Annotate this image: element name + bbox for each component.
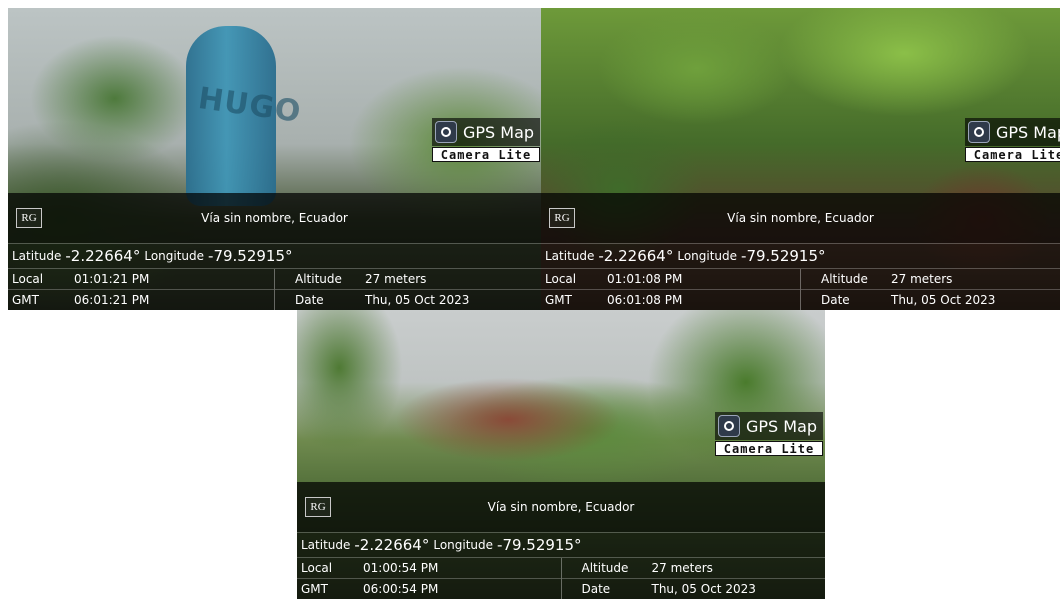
badge-subtitle: Camera Lite	[965, 147, 1060, 162]
altitude-label: Altitude	[821, 272, 868, 286]
address-bar: RG Vía sin nombre, Ecuador	[8, 193, 541, 243]
coordinates-row: Latitude -2.22664° Longitude -79.52915°	[297, 532, 825, 557]
address-bar: RG Vía sin nombre, Ecuador	[541, 193, 1060, 243]
details-table: Local 01:01:08 PM GMT 06:01:08 PM Altitude…	[541, 268, 1060, 310]
date-value: Thu, 05 Oct 2023	[365, 293, 470, 307]
longitude-value: -79.52915°	[208, 247, 293, 265]
address-text: Vía sin nombre, Ecuador	[201, 211, 348, 225]
altitude-label: Altitude	[581, 561, 629, 575]
local-time: 01:00:54 PM	[363, 561, 439, 575]
local-label: Local	[301, 561, 333, 575]
longitude-value: -79.52915°	[741, 247, 826, 265]
altitude-label: Altitude	[295, 272, 342, 286]
longitude-label: Longitude	[144, 249, 205, 263]
address-text: Vía sin nombre, Ecuador	[727, 211, 874, 225]
gps-map-camera-badge: GPS Map Camera Lite	[432, 118, 540, 166]
latitude-label: Latitude	[545, 249, 595, 263]
gmt-time: 06:00:54 PM	[363, 582, 439, 596]
geotagged-photo: GPS Map Camera Lite RG Vía sin nombre, E…	[297, 310, 825, 599]
altitude-value: 27 meters	[651, 561, 713, 575]
badge-title: GPS Map	[463, 122, 535, 142]
altitude-value: 27 meters	[365, 272, 427, 286]
coordinates-row: Latitude -2.22664° Longitude -79.52915°	[541, 243, 1060, 268]
gmt-label: GMT	[12, 293, 39, 307]
local-time: 01:01:08 PM	[607, 272, 683, 286]
gmt-label: GMT	[301, 582, 328, 596]
badge-title: GPS Map	[746, 416, 818, 436]
camera-lens-icon	[718, 415, 740, 437]
date-label: Date	[821, 293, 850, 307]
gps-info-overlay: RG Vía sin nombre, Ecuador Latitude -2.2…	[297, 482, 825, 599]
gps-map-camera-badge: GPS Map Camera Lite	[715, 412, 823, 460]
details-table: Local 01:00:54 PM GMT 06:00:54 PM Altitude…	[297, 557, 825, 599]
date-label: Date	[581, 582, 611, 596]
gmt-time: 06:01:21 PM	[74, 293, 150, 307]
longitude-label: Longitude	[433, 538, 494, 552]
camera-lens-icon	[968, 121, 990, 143]
badge-subtitle: Camera Lite	[715, 441, 823, 456]
gmt-time: 06:01:08 PM	[607, 293, 683, 307]
badge-subtitle: Camera Lite	[432, 147, 540, 162]
geotagged-photo: HUGO GPS Map Camera Lite RG Vía sin nomb…	[8, 8, 541, 310]
latitude-label: Latitude	[301, 538, 351, 552]
badge-title: GPS Map	[996, 122, 1060, 142]
gps-info-overlay: RG Vía sin nombre, Ecuador Latitude -2.2…	[541, 193, 1060, 310]
details-table: Local 01:01:21 PM GMT 06:01:21 PM Altitude…	[8, 268, 541, 310]
longitude-label: Longitude	[677, 249, 738, 263]
local-label: Local	[545, 272, 577, 286]
local-time: 01:01:21 PM	[74, 272, 150, 286]
latitude-value: -2.22664°	[65, 247, 141, 265]
geotagged-photo: GPS Map Camera Lite RG Vía sin nombre, E…	[541, 8, 1060, 310]
latitude-value: -2.22664°	[354, 536, 430, 554]
local-label: Local	[12, 272, 44, 286]
date-value: Thu, 05 Oct 2023	[651, 582, 756, 596]
gps-map-camera-badge: GPS Map Camera Lite	[965, 118, 1060, 166]
altitude-value: 27 meters	[891, 272, 953, 286]
longitude-value: -79.52915°	[497, 536, 582, 554]
date-value: Thu, 05 Oct 2023	[891, 293, 996, 307]
latitude-label: Latitude	[12, 249, 62, 263]
address-bar: RG Vía sin nombre, Ecuador	[297, 482, 825, 532]
coordinates-row: Latitude -2.22664° Longitude -79.52915°	[8, 243, 541, 268]
date-label: Date	[295, 293, 324, 307]
camera-lens-icon	[435, 121, 457, 143]
latitude-value: -2.22664°	[598, 247, 674, 265]
address-text: Vía sin nombre, Ecuador	[487, 500, 635, 514]
gps-info-overlay: RG Vía sin nombre, Ecuador Latitude -2.2…	[8, 193, 541, 310]
gmt-label: GMT	[545, 293, 572, 307]
